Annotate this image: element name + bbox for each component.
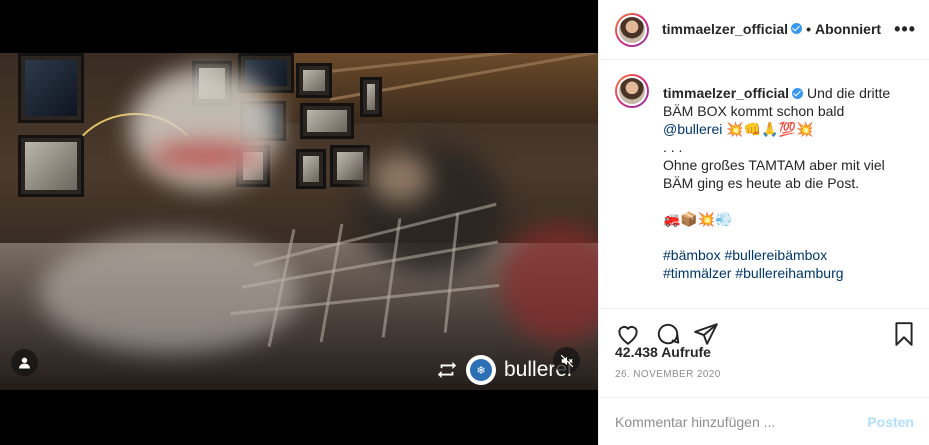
- hashtag-links[interactable]: #timmälzer #bullereihamburg: [663, 264, 914, 282]
- post-comment-button[interactable]: Posten: [867, 414, 914, 430]
- avatar[interactable]: [615, 74, 649, 108]
- verified-icon: [791, 23, 803, 34]
- muted-speaker-icon: [560, 354, 573, 367]
- caption-emojis: 💥👊🙏💯💥: [726, 121, 814, 137]
- mention-link[interactable]: @bullerei: [663, 121, 722, 137]
- post-header: timmaelzer_official • Abonniert •••: [599, 0, 929, 60]
- wall-picture: [18, 53, 84, 123]
- comment-input[interactable]: [615, 413, 868, 430]
- caption-emojis: 🚒📦💥💨: [663, 211, 733, 227]
- view-count[interactable]: 42.438 Aufrufe: [615, 344, 711, 360]
- actions-section: 42.438 Aufrufe 26. NOVEMBER 2020: [599, 308, 929, 398]
- caption-dots: . . .: [663, 139, 683, 155]
- wall-picture: [296, 63, 332, 98]
- avatar[interactable]: [615, 12, 649, 47]
- blurred-person: [130, 68, 280, 188]
- wall-picture: [300, 103, 354, 139]
- tagged-user-button[interactable]: [11, 349, 38, 376]
- verified-icon: [792, 88, 804, 99]
- caption-text: Ohne großes TAMTAM aber mit viel BÄM gin…: [663, 157, 885, 191]
- comments-section: timmaelzer_official Und die dritte BÄM B…: [599, 60, 929, 308]
- blurred-cart: [40, 233, 300, 353]
- bookmark-icon[interactable]: [891, 321, 917, 347]
- post-media[interactable]: ❄ bullerei: [0, 0, 598, 445]
- wall-picture: [360, 77, 382, 117]
- repost-icon: [437, 361, 457, 379]
- header-username[interactable]: timmaelzer_official: [662, 21, 788, 37]
- caption: timmaelzer_official Und die dritte BÄM B…: [615, 74, 914, 282]
- separator-dot: •: [806, 20, 811, 37]
- follow-status-button[interactable]: Abonniert: [815, 21, 881, 37]
- caption-username[interactable]: timmaelzer_official: [663, 85, 789, 101]
- bullerei-logo: ❄: [466, 355, 496, 385]
- post-sidebar: timmaelzer_official • Abonniert ••• timm…: [598, 0, 929, 445]
- blurred-person: [370, 153, 430, 203]
- more-options-icon[interactable]: •••: [894, 20, 916, 38]
- wall-picture: [296, 149, 326, 189]
- hashtag-links[interactable]: #bämbox #bullereibämbox: [663, 246, 914, 264]
- caption-body: timmaelzer_official Und die dritte BÄM B…: [663, 84, 914, 282]
- video-frame[interactable]: [0, 53, 598, 390]
- user-icon: [19, 357, 30, 369]
- mute-toggle-button[interactable]: [553, 347, 580, 374]
- post-date[interactable]: 26. NOVEMBER 2020: [615, 369, 721, 380]
- comment-form: Posten: [599, 397, 929, 445]
- blurred-object: [150, 143, 260, 169]
